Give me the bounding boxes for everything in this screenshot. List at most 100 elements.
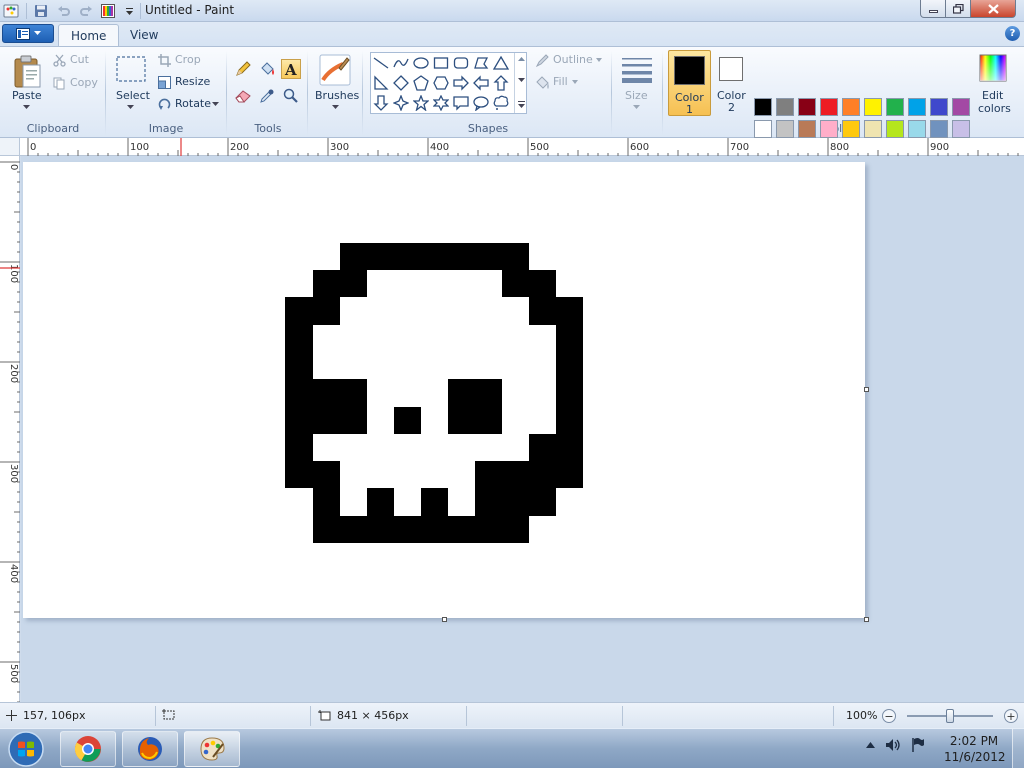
color-swatch[interactable] <box>886 98 904 116</box>
pentagon-shape-icon[interactable] <box>411 73 431 93</box>
paint-app-icon[interactable] <box>3 3 19 19</box>
left-arrow-shape-icon[interactable] <box>471 73 491 93</box>
action-center-flag-icon[interactable] <box>911 737 925 752</box>
rectangle-shape-icon[interactable] <box>431 53 451 73</box>
color1-button[interactable]: Color 1 <box>668 50 711 116</box>
drawing-canvas[interactable] <box>23 162 865 618</box>
cut-icon[interactable] <box>52 53 66 67</box>
resize-icon[interactable] <box>157 75 171 89</box>
fill-tool[interactable] <box>257 59 277 79</box>
five-point-star-shape-icon[interactable] <box>411 93 431 113</box>
color-swatch[interactable] <box>930 120 948 138</box>
size-button[interactable] <box>619 53 655 85</box>
taskbar-paint[interactable] <box>184 731 240 767</box>
color-swatch[interactable] <box>798 98 816 116</box>
color-swatch[interactable] <box>820 98 838 116</box>
rounded-rectangle-shape-icon[interactable] <box>451 53 471 73</box>
start-button[interactable] <box>4 731 48 767</box>
redo-icon[interactable] <box>78 3 94 19</box>
edit-colors-button[interactable] <box>978 53 1008 83</box>
canvas-resize-handle-corner[interactable] <box>864 617 869 622</box>
paint-menu-button[interactable] <box>2 24 54 43</box>
color-swatch[interactable] <box>820 120 838 138</box>
fill-icon[interactable] <box>534 74 550 90</box>
up-arrow-shape-icon[interactable] <box>491 73 511 93</box>
oval-callout-shape-icon[interactable] <box>471 93 491 113</box>
color2-button[interactable] <box>719 57 743 81</box>
canvas-resize-handle-bottom[interactable] <box>442 617 447 622</box>
clock[interactable]: 2:02 PM 11/6/2012 <box>944 733 1006 765</box>
brushes-label[interactable]: Brushes <box>315 89 359 102</box>
paste-button[interactable] <box>10 53 44 91</box>
outline-label[interactable]: Outline <box>553 53 593 66</box>
save-icon[interactable] <box>33 3 49 19</box>
color-swatch[interactable] <box>754 120 772 138</box>
curve-shape-icon[interactable] <box>391 53 411 73</box>
undo-icon[interactable] <box>56 3 72 19</box>
cut-label[interactable]: Cut <box>70 53 89 66</box>
color-swatch[interactable] <box>798 120 816 138</box>
color-swatch[interactable] <box>776 98 794 116</box>
right-arrow-shape-icon[interactable] <box>451 73 471 93</box>
magnifier-tool[interactable] <box>281 86 301 106</box>
tab-home[interactable]: Home <box>58 24 120 46</box>
taskbar-chrome[interactable] <box>60 731 116 767</box>
tab-view[interactable]: View <box>118 24 170 46</box>
color-swatch[interactable] <box>930 98 948 116</box>
triangle-shape-icon[interactable] <box>491 53 511 73</box>
right-triangle-shape-icon[interactable] <box>371 73 391 93</box>
copy-icon[interactable] <box>52 76 66 90</box>
close-button[interactable] <box>970 0 1016 18</box>
color-swatch[interactable] <box>776 120 794 138</box>
rotate-label[interactable]: Rotate <box>175 97 211 110</box>
color-swatch[interactable] <box>952 98 970 116</box>
zoom-out-button[interactable]: − <box>882 709 896 723</box>
brushes-button[interactable] <box>318 53 352 87</box>
select-label[interactable]: Select <box>116 89 150 102</box>
rectangular-callout-shape-icon[interactable] <box>451 93 471 113</box>
shapes-scroll[interactable] <box>514 53 526 113</box>
line-shape-icon[interactable] <box>371 53 391 73</box>
taskbar-firefox[interactable] <box>122 731 178 767</box>
text-tool[interactable]: A <box>281 59 301 79</box>
color-swatch[interactable] <box>908 120 926 138</box>
size-label[interactable]: Size <box>625 89 648 102</box>
color-swatch[interactable] <box>754 98 772 116</box>
volume-icon[interactable] <box>885 738 901 752</box>
cloud-callout-shape-icon[interactable] <box>491 93 511 113</box>
outline-icon[interactable] <box>534 52 550 68</box>
color-swatch[interactable] <box>842 98 860 116</box>
copy-label[interactable]: Copy <box>70 76 98 89</box>
oval-shape-icon[interactable] <box>411 53 431 73</box>
six-point-star-shape-icon[interactable] <box>431 93 451 113</box>
minimize-button[interactable] <box>920 0 946 18</box>
pencil-tool[interactable] <box>233 59 253 79</box>
rotate-icon[interactable] <box>157 97 171 111</box>
show-desktop-button[interactable] <box>1012 729 1024 768</box>
customize-quick-access-icon[interactable] <box>121 3 137 19</box>
down-arrow-shape-icon[interactable] <box>371 93 391 113</box>
paste-label[interactable]: Paste <box>12 89 42 102</box>
color-swatch[interactable] <box>908 98 926 116</box>
canvas-resize-handle-right[interactable] <box>864 387 869 392</box>
polygon-shape-icon[interactable] <box>471 53 491 73</box>
color-swatch[interactable] <box>864 120 882 138</box>
crop-label[interactable]: Crop <box>175 53 201 66</box>
diamond-shape-icon[interactable] <box>391 73 411 93</box>
zoom-slider-thumb[interactable] <box>946 709 954 723</box>
color-swatch[interactable] <box>886 120 904 138</box>
four-point-star-shape-icon[interactable] <box>391 93 411 113</box>
maximize-button[interactable] <box>945 0 971 18</box>
resize-label[interactable]: Resize <box>175 75 210 88</box>
show-hidden-icons-icon[interactable] <box>866 741 875 748</box>
crop-icon[interactable] <box>157 53 171 67</box>
help-icon[interactable]: ? <box>1005 26 1020 41</box>
hexagon-shape-icon[interactable] <box>431 73 451 93</box>
color-picker-tool[interactable] <box>257 86 277 106</box>
edit-colors-label-line1[interactable]: Edit <box>982 89 1003 102</box>
edit-colors-label-line2[interactable]: colors <box>978 102 1011 115</box>
zoom-in-button[interactable]: + <box>1004 709 1018 723</box>
fill-label[interactable]: Fill <box>553 75 568 88</box>
color-picker-quick-icon[interactable] <box>100 3 116 19</box>
eraser-tool[interactable] <box>233 86 253 106</box>
